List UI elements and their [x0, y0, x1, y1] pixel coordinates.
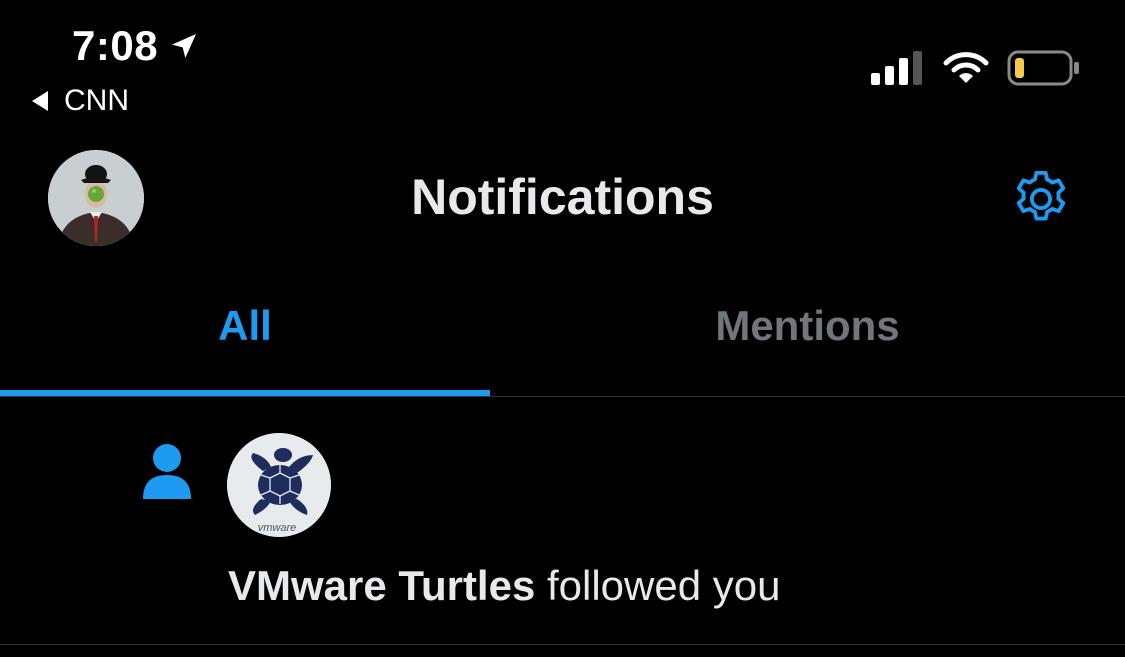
follower-avatar[interactable]: vmware: [227, 433, 331, 537]
notification-text: VMware Turtles followed you: [228, 562, 780, 610]
row-divider: [0, 644, 1125, 645]
back-triangle-icon: [32, 91, 48, 111]
tab-all[interactable]: All: [0, 302, 490, 350]
back-app-label: CNN: [64, 84, 129, 117]
tab-mentions[interactable]: Mentions: [490, 302, 1125, 350]
tab-divider: [0, 396, 1125, 397]
settings-button[interactable]: [1008, 166, 1074, 232]
person-icon: [143, 444, 191, 499]
turtle-logo-icon: vmware: [227, 433, 331, 537]
back-to-app-button[interactable]: CNN: [30, 84, 129, 118]
page-title: Notifications: [411, 169, 714, 225]
status-time: 7:08: [72, 22, 200, 70]
wifi-icon: [943, 52, 989, 83]
cellular-signal-icon: [871, 51, 922, 85]
follower-avatar-logo-text: vmware: [258, 522, 297, 534]
location-arrow-icon: [172, 34, 197, 58]
status-indicators: [871, 50, 1081, 86]
notification-action: followed you: [535, 562, 781, 609]
screen: 7:08 CNN Notifications All Mentions vmwa…: [0, 0, 1125, 657]
clock: 7:08: [72, 22, 159, 69]
gear-icon: [1016, 170, 1066, 221]
follower-name[interactable]: VMware Turtles: [228, 562, 535, 609]
battery-icon: [1007, 50, 1079, 86]
